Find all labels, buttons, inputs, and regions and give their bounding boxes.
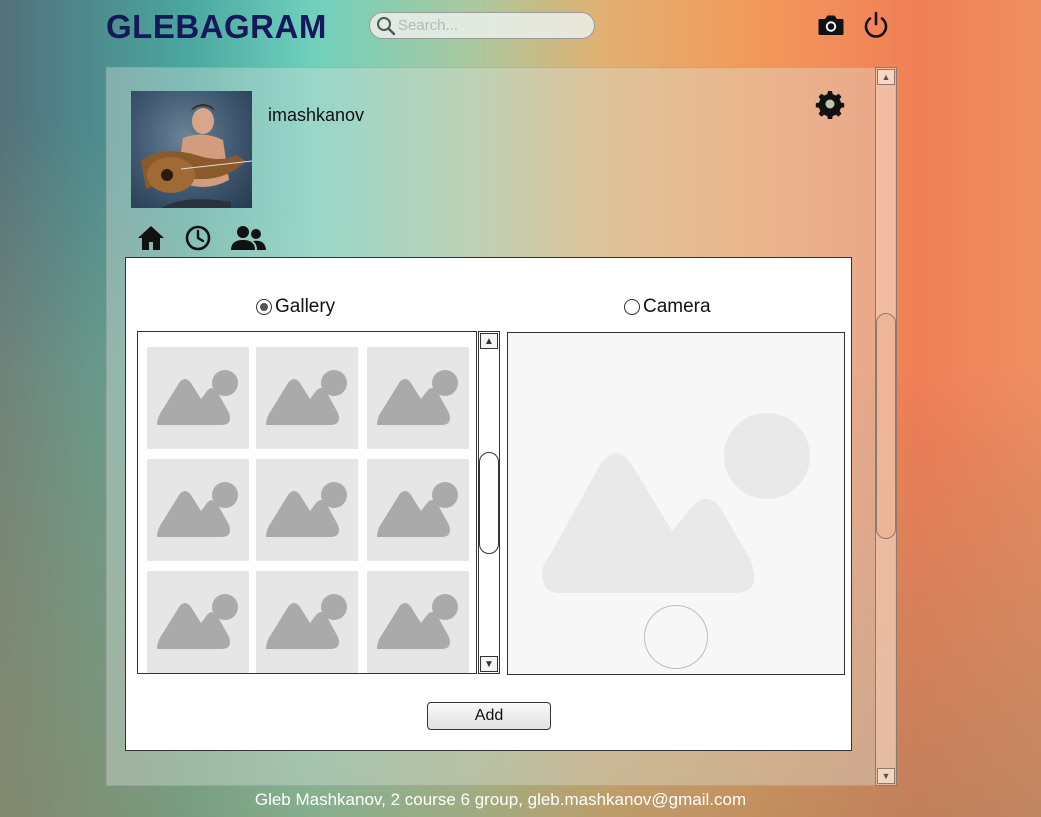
add-button[interactable]: Add: [427, 702, 551, 730]
search-icon: [377, 16, 396, 35]
clock-icon[interactable]: [184, 224, 212, 252]
scroll-down-arrow-icon[interactable]: ▼: [480, 656, 498, 672]
gallery-grid: [137, 331, 477, 674]
scroll-down-arrow-icon[interactable]: ▼: [877, 768, 895, 784]
camera-preview: [507, 332, 845, 675]
scrollbar-thumb[interactable]: [876, 313, 896, 539]
gallery-thumbnail[interactable]: [147, 459, 249, 561]
power-icon[interactable]: [861, 10, 891, 40]
app-logo[interactable]: GLEBAGRAM: [106, 8, 327, 46]
gallery-thumbnail[interactable]: [256, 459, 358, 561]
search-input[interactable]: [398, 17, 578, 34]
scroll-up-arrow-icon[interactable]: ▲: [877, 69, 895, 85]
gear-icon[interactable]: [815, 89, 845, 119]
camera-label: Camera: [643, 296, 711, 317]
gallery-label: Gallery: [275, 296, 336, 317]
gallery-thumbnail[interactable]: [367, 347, 469, 449]
username[interactable]: imashkanov: [268, 105, 364, 126]
gallery-radio[interactable]: [256, 299, 272, 315]
people-icon[interactable]: [230, 224, 266, 252]
gallery-thumbnail[interactable]: [367, 571, 469, 673]
gallery-option[interactable]: Gallery: [256, 296, 335, 318]
gallery-thumbnail[interactable]: [147, 571, 249, 673]
shutter-button[interactable]: [644, 605, 708, 669]
camera-icon[interactable]: [816, 10, 846, 40]
page-scrollbar[interactable]: ▲ ▼: [875, 67, 897, 786]
gallery-thumbnail[interactable]: [367, 459, 469, 561]
gallery-thumbnail[interactable]: [256, 347, 358, 449]
scroll-up-arrow-icon[interactable]: ▲: [480, 333, 498, 349]
gallery-thumbnail[interactable]: [147, 347, 249, 449]
avatar[interactable]: [131, 91, 252, 208]
scrollbar-thumb[interactable]: [479, 452, 499, 554]
search-bar[interactable]: [369, 12, 595, 39]
gallery-thumbnail[interactable]: [256, 571, 358, 673]
camera-radio[interactable]: [624, 299, 640, 315]
footer-text: Gleb Mashkanov, 2 course 6 group, gleb.m…: [254, 790, 747, 809]
camera-option[interactable]: Camera: [624, 296, 711, 318]
gallery-scrollbar[interactable]: ▲ ▼: [478, 331, 500, 674]
home-icon[interactable]: [136, 224, 166, 252]
